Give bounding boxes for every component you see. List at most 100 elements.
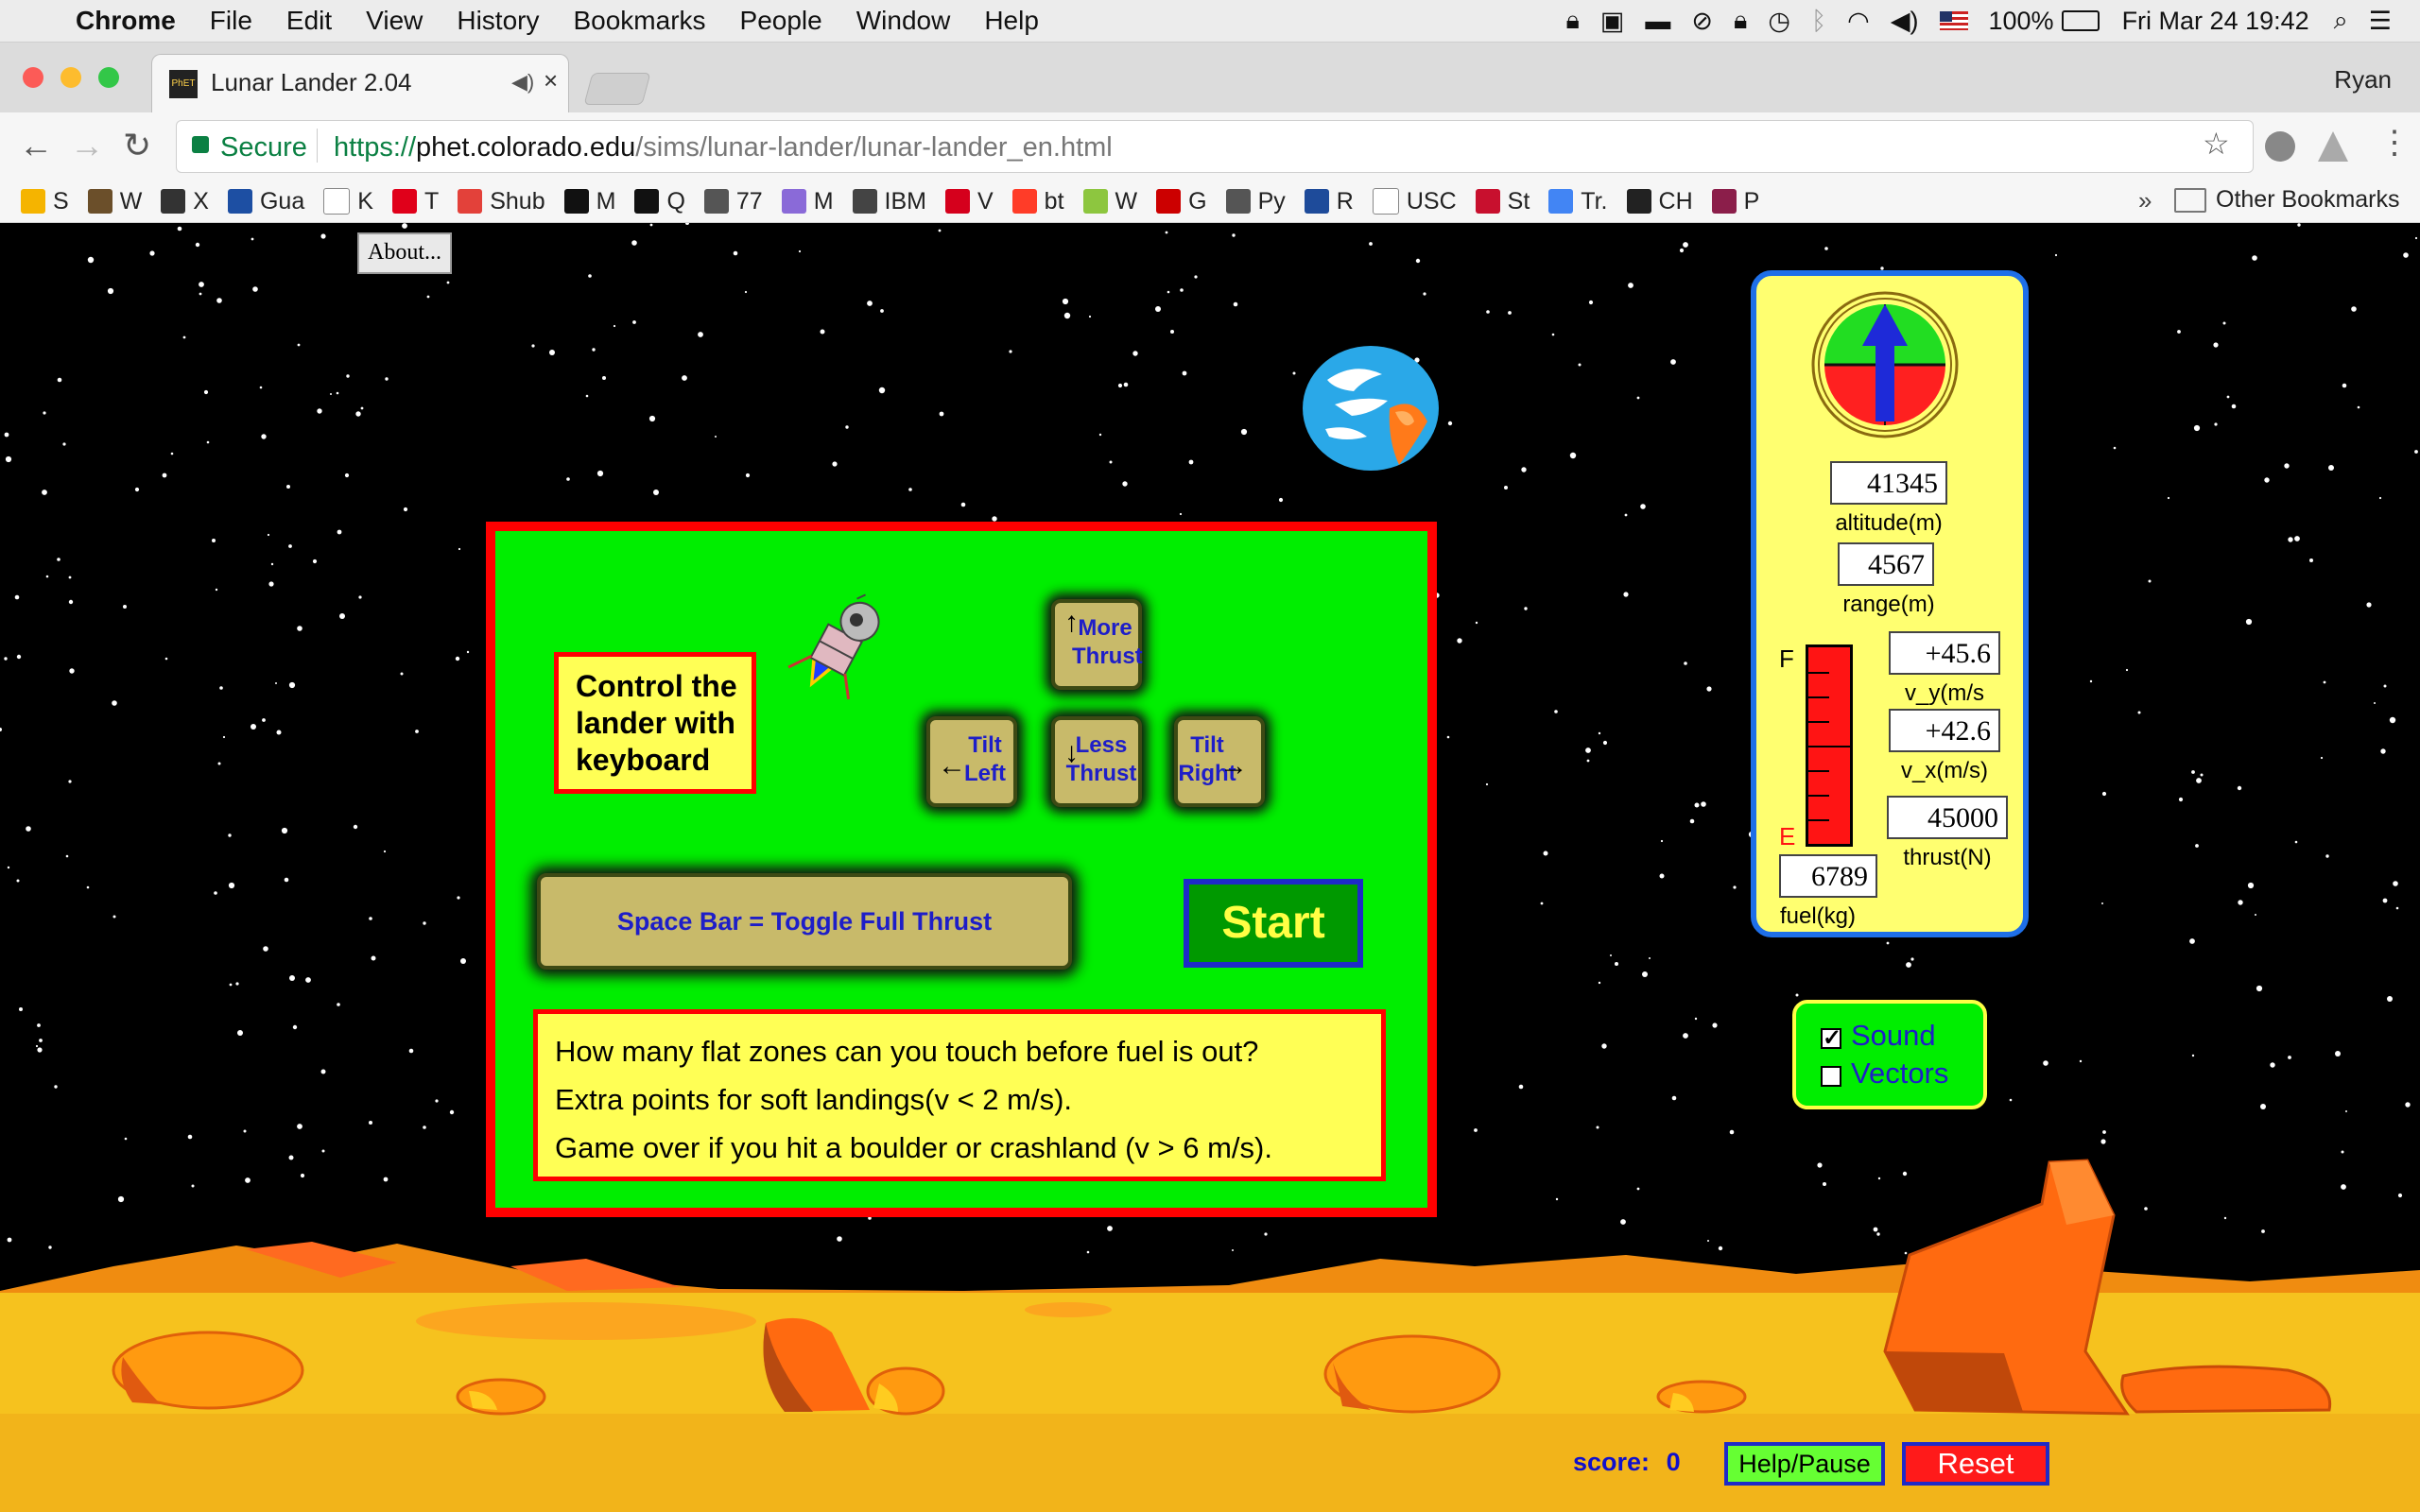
bookmark-label: St	[1507, 187, 1530, 215]
address-bar[interactable]: Secure https://phet.colorado.edu/sims/lu…	[176, 120, 2254, 173]
drive-extension-icon[interactable]	[2318, 131, 2348, 162]
bookmark-item[interactable]: Tr.	[1548, 188, 1608, 215]
lunar-lander-canvas[interactable]: About... Control the lander with keyboar…	[0, 223, 2420, 1512]
new-tab-button[interactable]	[583, 73, 651, 105]
profile-name[interactable]: Ryan	[2334, 65, 2392, 94]
vectors-label[interactable]: Vectors	[1851, 1057, 1948, 1091]
window-minimize-icon[interactable]	[60, 67, 81, 88]
sound-checkbox[interactable]: ✓	[1821, 1027, 1841, 1050]
terminal-icon[interactable]: ▬	[1645, 7, 1670, 36]
bluetooth-icon[interactable]: ᛒ	[1811, 7, 1826, 36]
bookmark-item[interactable]: K	[323, 188, 373, 215]
menu-file[interactable]: File	[210, 6, 252, 36]
bookmark-item[interactable]: St	[1475, 187, 1530, 215]
bookmark-item[interactable]: V	[944, 187, 994, 215]
help-pause-button[interactable]: Help/Pause	[1724, 1442, 1885, 1486]
wifi-icon[interactable]: ◠	[1847, 7, 1870, 36]
chrome-menu-icon[interactable]: ⋮	[2378, 124, 2411, 162]
menu-edit[interactable]: Edit	[286, 6, 332, 36]
bookmark-item[interactable]: CH	[1626, 188, 1693, 215]
menu-people[interactable]: People	[740, 6, 822, 36]
altitude-value: 41345	[1830, 461, 1947, 505]
vectors-checkbox[interactable]	[1821, 1066, 1841, 1087]
reset-button[interactable]: Reset	[1902, 1442, 2049, 1486]
sound-label[interactable]: Sound	[1851, 1019, 1936, 1053]
keychain-lock-icon[interactable]: 🔒︎	[1734, 6, 1747, 36]
bookmark-favicon-icon	[1156, 189, 1182, 214]
bookmark-item[interactable]: W	[87, 188, 142, 215]
us-flag-icon[interactable]	[1939, 11, 1968, 30]
battery-icon[interactable]	[2061, 10, 2100, 31]
bookmark-item[interactable]: USC	[1372, 188, 1457, 215]
volume-icon[interactable]: ◀︎)	[1891, 7, 1919, 36]
bookmark-item[interactable]: R	[1304, 188, 1354, 215]
extension-icon[interactable]	[2265, 131, 2295, 162]
other-bookmarks[interactable]: Other Bookmarks	[2174, 186, 2400, 214]
rule-line: Extra points for soft landings(v < 2 m/s…	[555, 1083, 1073, 1116]
spotlight-search-icon[interactable]: ⌕	[2334, 6, 2348, 36]
bookmark-item[interactable]: X	[161, 188, 209, 215]
menu-view[interactable]: View	[366, 6, 423, 36]
bookmark-item[interactable]: W	[1082, 188, 1137, 215]
tab-lunar-lander[interactable]: PhET Lunar Lander 2.04 ◀︎) ×	[151, 54, 569, 113]
tab-audio-icon[interactable]: ◀︎)	[511, 70, 534, 94]
bookmark-item[interactable]: 77	[703, 187, 763, 215]
battery-percent[interactable]: 100%	[1989, 7, 2054, 36]
lock-status-icon[interactable]: 🔒︎	[1566, 6, 1580, 36]
bookmark-item[interactable]: P	[1711, 187, 1760, 215]
notification-center-icon[interactable]: ☰	[2369, 7, 2392, 36]
window-close-icon[interactable]	[23, 67, 43, 88]
mac-menu-bar: Chrome File Edit View History Bookmarks …	[0, 0, 2420, 43]
url-text[interactable]: https://phet.colorado.edu/sims/lunar-lan…	[334, 132, 1113, 163]
bookmark-item[interactable]: G	[1156, 188, 1207, 215]
about-button[interactable]: About...	[357, 232, 452, 274]
menu-history[interactable]: History	[457, 6, 539, 36]
bookmark-item[interactable]: Q	[634, 188, 685, 215]
bookmark-item[interactable]: IBM	[852, 188, 926, 215]
bookmark-label: Py	[1257, 187, 1286, 215]
url-path: /sims/lunar-lander/lunar-lander_en.html	[635, 132, 1113, 163]
bookmark-item[interactable]: T	[391, 188, 439, 215]
screen-record-icon[interactable]: ▣	[1600, 7, 1625, 36]
menu-app-name[interactable]: Chrome	[76, 6, 176, 36]
bookmark-item[interactable]: M	[781, 188, 834, 215]
range-label: range(m)	[1842, 592, 1935, 617]
bookmark-label: V	[977, 187, 994, 215]
fuel-gauge	[1806, 644, 1853, 847]
back-icon[interactable]: ←	[19, 126, 53, 165]
reload-icon[interactable]: ↻	[123, 126, 151, 165]
vx-value: +42.6	[1889, 709, 2000, 752]
vy-label: v_y(m/s	[1905, 680, 1984, 706]
tab-strip: PhET Lunar Lander 2.04 ◀︎) × Ryan	[0, 43, 2420, 113]
start-button[interactable]: Start	[1184, 879, 1363, 968]
bookmarks-bar: S W X Gua K T Shub M Q 77 M IBM Vbt W G Py R USC St Tr. CH P …	[0, 180, 2420, 223]
tab-close-icon[interactable]: ×	[544, 66, 558, 95]
bookmark-item[interactable]: bt	[1011, 188, 1064, 215]
fuel-empty-label: E	[1779, 822, 1796, 850]
forward-icon[interactable]: →	[70, 126, 104, 165]
bookmark-item[interactable]: S	[21, 188, 69, 215]
bookmark-item[interactable]: Shub	[458, 188, 545, 215]
bookmark-label: P	[1743, 187, 1760, 215]
window-zoom-icon[interactable]	[98, 67, 119, 88]
menu-window[interactable]: Window	[856, 6, 951, 36]
attitude-indicator-icon	[1811, 291, 1959, 438]
url-scheme: https://	[334, 132, 417, 163]
spacebar-key: Space Bar = Toggle Full Thrust	[537, 873, 1072, 970]
address-divider	[317, 129, 318, 163]
bookmarks-overflow-icon[interactable]: »	[2138, 186, 2152, 215]
bookmark-favicon-icon	[563, 189, 589, 214]
bookmark-label: S	[53, 187, 69, 215]
score-label: score:	[1573, 1448, 1651, 1476]
menu-help[interactable]: Help	[984, 6, 1039, 36]
bookmark-item[interactable]: M	[563, 188, 615, 215]
game-rules: How many flat zones can you touch before…	[533, 1009, 1386, 1181]
bookmark-star-icon[interactable]: ☆	[2203, 126, 2230, 162]
clock[interactable]: Fri Mar 24 19:42	[2122, 7, 2309, 36]
menu-bookmarks[interactable]: Bookmarks	[573, 6, 705, 36]
bookmark-item[interactable]: Gua	[227, 188, 304, 215]
time-machine-icon[interactable]: ◷	[1768, 7, 1790, 36]
bookmark-item[interactable]: Py	[1225, 187, 1286, 215]
bookmark-label: 77	[735, 187, 763, 215]
do-not-disturb-icon[interactable]: ⊘	[1691, 7, 1713, 36]
